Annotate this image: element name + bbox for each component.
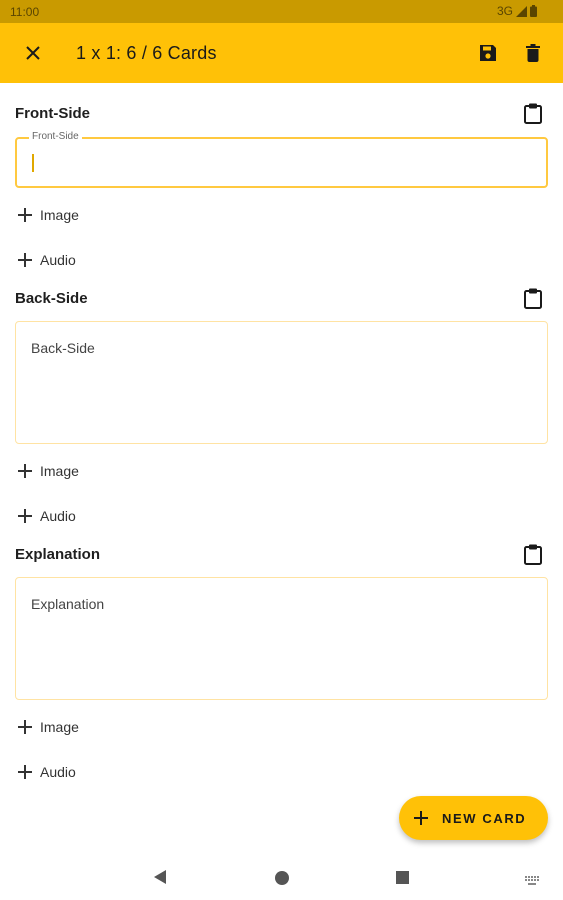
home-icon[interactable]: [275, 871, 289, 885]
add-image-label: Image: [40, 463, 79, 479]
front-side-title: Front-Side: [15, 105, 90, 122]
back-side-paste-button[interactable]: [520, 284, 546, 312]
text-cursor: [32, 154, 34, 172]
clipboard-icon: [524, 103, 542, 124]
back-side-placeholder: Back-Side: [31, 340, 95, 356]
add-audio-label: Audio: [40, 508, 76, 524]
network-type: 3G: [496, 4, 513, 18]
front-side-add-audio-button[interactable]: Audio: [18, 252, 76, 268]
add-audio-label: Audio: [40, 764, 76, 780]
status-bar: 11:00 3G: [0, 0, 563, 23]
explanation-title: Explanation: [15, 546, 101, 563]
add-audio-label: Audio: [40, 252, 76, 268]
explanation-field[interactable]: Explanation: [15, 577, 548, 700]
save-button[interactable]: [474, 38, 502, 68]
add-image-label: Image: [40, 719, 79, 735]
clipboard-icon: [524, 288, 542, 309]
keyboard-icon[interactable]: [525, 873, 539, 891]
plus-icon: [18, 509, 32, 523]
plus-icon: [18, 765, 32, 779]
delete-icon: [526, 44, 540, 62]
clipboard-icon: [524, 544, 542, 565]
back-side-title: Back-Side: [15, 290, 88, 307]
close-icon: [26, 46, 40, 60]
signal-icon: [516, 5, 527, 17]
explanation-add-audio-button[interactable]: Audio: [18, 764, 76, 780]
front-side-add-image-button[interactable]: Image: [18, 207, 79, 223]
back-icon[interactable]: [154, 870, 166, 884]
front-side-field[interactable]: Front-Side: [15, 131, 548, 188]
back-side-add-audio-button[interactable]: Audio: [18, 508, 76, 524]
save-icon: [480, 45, 496, 61]
plus-icon: [18, 208, 32, 222]
navigation-bar: [0, 855, 563, 900]
plus-icon: [18, 720, 32, 734]
close-button[interactable]: [18, 38, 48, 68]
front-side-field-label: Front-Side: [29, 131, 82, 142]
plus-icon: [414, 811, 428, 825]
app-bar: 1 x 1: 6 / 6 Cards: [0, 23, 563, 83]
new-card-label: NEW CARD: [442, 810, 527, 826]
battery-icon: [530, 5, 537, 17]
back-side-field[interactable]: Back-Side: [15, 321, 548, 444]
add-image-label: Image: [40, 207, 79, 223]
new-card-button[interactable]: NEW CARD: [399, 796, 548, 840]
status-time: 11:00: [10, 5, 40, 19]
explanation-paste-button[interactable]: [520, 540, 546, 568]
plus-icon: [18, 464, 32, 478]
explanation-add-image-button[interactable]: Image: [18, 719, 79, 735]
status-indicators: 3G: [497, 4, 537, 18]
page-title: 1 x 1: 6 / 6 Cards: [76, 43, 217, 63]
delete-button[interactable]: [520, 38, 546, 68]
plus-icon: [18, 253, 32, 267]
front-side-paste-button[interactable]: [520, 99, 546, 127]
explanation-placeholder: Explanation: [31, 596, 105, 612]
recent-apps-icon[interactable]: [396, 871, 409, 884]
back-side-add-image-button[interactable]: Image: [18, 463, 79, 479]
